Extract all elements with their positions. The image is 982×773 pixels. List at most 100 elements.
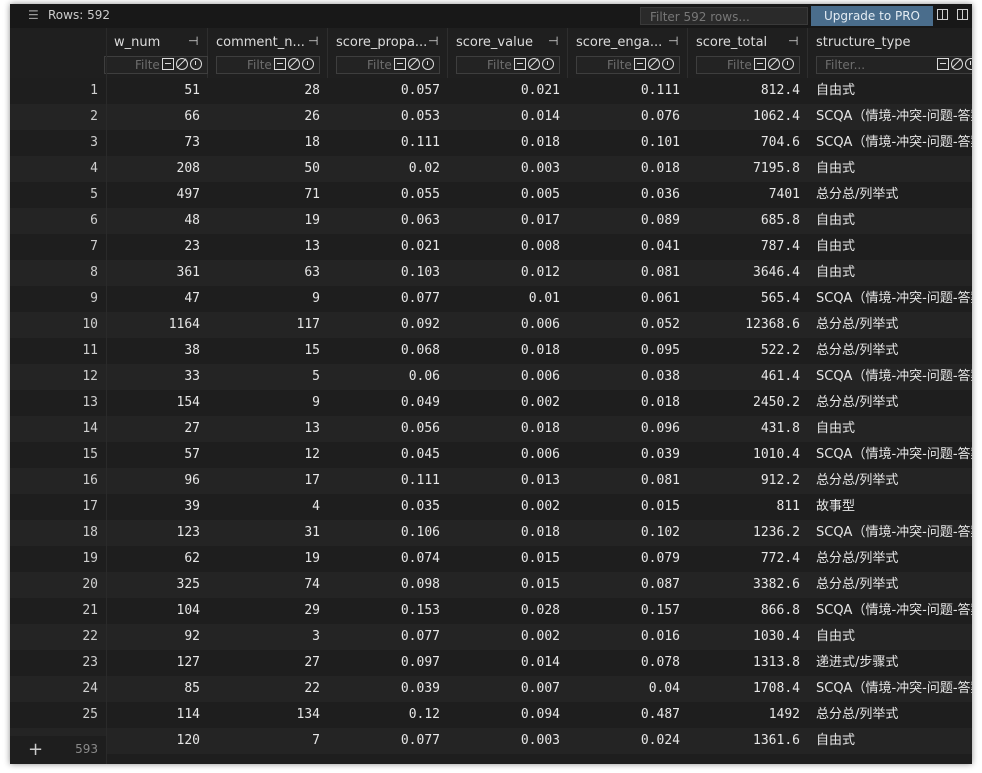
table-cell[interactable]: 27 xyxy=(96,416,200,442)
table-row[interactable]: 25 114 134 0.12 0.094 0.487 1492 总分总/列举式 xyxy=(10,702,972,728)
column-header[interactable]: score_total ⊣ Filte xyxy=(688,28,808,78)
table-cell[interactable]: 325 xyxy=(96,572,200,598)
column-header[interactable]: score_value ⊣ Filte xyxy=(448,28,568,78)
table-cell[interactable]: 18 xyxy=(208,130,320,156)
table-row[interactable]: 23 127 27 0.097 0.014 0.078 1313.8 递进式/步骤式 xyxy=(10,650,972,676)
table-cell[interactable]: 0.039 xyxy=(568,442,680,468)
table-row[interactable]: 18 123 31 0.106 0.018 0.102 1236.2 SCQA（情境-冲突-问… xyxy=(10,520,972,546)
column-header[interactable]: w_num ⊣ Filte xyxy=(96,28,208,78)
table-cell[interactable]: 0.018 xyxy=(448,416,560,442)
table-cell[interactable]: 811 xyxy=(688,494,800,520)
table-cell[interactable]: 0.102 xyxy=(568,520,680,546)
table-cell[interactable]: 0.013 xyxy=(448,468,560,494)
table-cell[interactable]: 85 xyxy=(96,676,200,702)
column-header[interactable]: score_enga... ⊣ Filte xyxy=(568,28,688,78)
filter-not-icon[interactable] xyxy=(288,58,300,70)
table-cell[interactable]: 0.038 xyxy=(568,364,680,390)
table-cell[interactable]: 0.006 xyxy=(448,312,560,338)
table-row[interactable]: 4 208 50 0.02 0.003 0.018 7195.8 自由式 xyxy=(10,156,972,182)
table-cell[interactable]: 866.8 xyxy=(688,598,800,624)
table-cell[interactable]: 1164 xyxy=(96,312,200,338)
table-row[interactable]: 15 57 12 0.045 0.006 0.039 1010.4 SCQA（情境-冲突-问题… xyxy=(10,442,972,468)
table-cell[interactable]: 0.003 xyxy=(448,728,560,754)
table-cell[interactable]: 总分总/列举式 xyxy=(816,546,972,572)
table-cell[interactable]: 总分总/列举式 xyxy=(816,468,972,494)
table-cell[interactable]: 4 xyxy=(208,494,320,520)
table-cell[interactable]: 0.005 xyxy=(448,182,560,208)
pin-column-icon[interactable]: ⊣ xyxy=(188,34,198,48)
filter-exclaim-icon[interactable] xyxy=(965,58,972,70)
table-cell[interactable]: 5 xyxy=(208,364,320,390)
filter-equals-icon[interactable] xyxy=(162,58,174,70)
table-cell[interactable]: 29 xyxy=(208,598,320,624)
table-cell[interactable]: 12368.6 xyxy=(688,312,800,338)
table-cell[interactable]: 0.021 xyxy=(328,234,440,260)
table-row[interactable]: 20 325 74 0.098 0.015 0.087 3382.6 总分总/列举式 xyxy=(10,572,972,598)
table-cell[interactable]: 自由式 xyxy=(816,234,972,260)
table-cell[interactable]: 0.006 xyxy=(448,442,560,468)
table-cell[interactable]: 总分总/列举式 xyxy=(816,338,972,364)
table-cell[interactable]: 自由式 xyxy=(816,208,972,234)
table-row[interactable]: 2 66 26 0.053 0.014 0.076 1062.4 SCQA（情境-冲突-问题-… xyxy=(10,104,972,130)
table-row[interactable]: 11 38 15 0.068 0.018 0.095 522.2 总分总/列举式 xyxy=(10,338,972,364)
table-cell[interactable]: 104 xyxy=(96,598,200,624)
filter-exclaim-icon[interactable] xyxy=(422,58,434,70)
table-cell[interactable]: 0.081 xyxy=(568,468,680,494)
table-cell[interactable]: 361 xyxy=(96,260,200,286)
table-cell[interactable]: 7 xyxy=(208,728,320,754)
table-cell[interactable]: 772.4 xyxy=(688,546,800,572)
table-cell[interactable]: 9 xyxy=(208,390,320,416)
filter-not-icon[interactable] xyxy=(951,58,963,70)
pin-column-icon[interactable]: ⊣ xyxy=(668,34,678,48)
table-cell[interactable]: 自由式 xyxy=(816,156,972,182)
filter-rows-input[interactable]: Filter 592 rows... xyxy=(640,7,808,25)
table-cell[interactable]: 0.021 xyxy=(448,78,560,104)
table-cell[interactable]: 1062.4 xyxy=(688,104,800,130)
table-cell[interactable]: 0.077 xyxy=(328,728,440,754)
table-cell[interactable]: 19 xyxy=(208,208,320,234)
table-cell[interactable]: 3382.6 xyxy=(688,572,800,598)
table-cell[interactable]: 1361.6 xyxy=(688,728,800,754)
table-cell[interactable]: SCQA（情境-冲突-问题-答案） xyxy=(816,520,972,546)
table-cell[interactable]: SCQA（情境-冲突-问题-答案） xyxy=(816,364,972,390)
table-cell[interactable]: 0.04 xyxy=(568,676,680,702)
table-cell[interactable]: 0.103 xyxy=(328,260,440,286)
table-cell[interactable]: 0.157 xyxy=(568,598,680,624)
table-cell[interactable]: 123 xyxy=(96,520,200,546)
table-cell[interactable]: 23 xyxy=(96,234,200,260)
table-cell[interactable]: 0.039 xyxy=(328,676,440,702)
table-cell[interactable]: 1708.4 xyxy=(688,676,800,702)
filter-equals-icon[interactable] xyxy=(634,58,646,70)
table-cell[interactable]: 13 xyxy=(208,234,320,260)
table-cell[interactable]: 0.095 xyxy=(568,338,680,364)
filter-equals-icon[interactable] xyxy=(754,58,766,70)
filter-not-icon[interactable] xyxy=(768,58,780,70)
table-cell[interactable]: 0.002 xyxy=(448,624,560,650)
table-cell[interactable]: 0.015 xyxy=(448,572,560,598)
column-header[interactable]: structure_type Filter... xyxy=(808,28,972,78)
table-row[interactable]: 24 85 22 0.039 0.007 0.04 1708.4 SCQA（情境-冲突-问题-… xyxy=(10,676,972,702)
table-cell[interactable]: 50 xyxy=(208,156,320,182)
pin-column-icon[interactable]: ⊣ xyxy=(428,34,438,48)
column-filter-input[interactable]: Filte xyxy=(104,56,208,74)
table-cell[interactable]: 0.049 xyxy=(328,390,440,416)
table-cell[interactable]: 47 xyxy=(96,286,200,312)
table-row[interactable]: 10 1164 117 0.092 0.006 0.052 12368.6 总分总/列举式 xyxy=(10,312,972,338)
filter-not-icon[interactable] xyxy=(528,58,540,70)
table-cell[interactable]: 0.007 xyxy=(448,676,560,702)
filter-equals-icon[interactable] xyxy=(274,58,286,70)
table-cell[interactable]: 0.087 xyxy=(568,572,680,598)
table-cell[interactable]: 787.4 xyxy=(688,234,800,260)
table-cell[interactable]: 39 xyxy=(96,494,200,520)
table-cell[interactable]: 0.012 xyxy=(448,260,560,286)
table-row[interactable]: 17 39 4 0.035 0.002 0.015 811 故事型 xyxy=(10,494,972,520)
table-cell[interactable]: 0.061 xyxy=(568,286,680,312)
filter-exclaim-icon[interactable] xyxy=(302,58,314,70)
table-cell[interactable]: 0.01 xyxy=(448,286,560,312)
table-cell[interactable]: 0.045 xyxy=(328,442,440,468)
table-cell[interactable]: 117 xyxy=(208,312,320,338)
table-cell[interactable]: 1236.2 xyxy=(688,520,800,546)
table-cell[interactable]: 522.2 xyxy=(688,338,800,364)
table-row[interactable]: 94790.0770.010.061565.4SCQA（情境-冲突-问题-答案） xyxy=(10,286,972,312)
table-cell[interactable]: 3646.4 xyxy=(688,260,800,286)
